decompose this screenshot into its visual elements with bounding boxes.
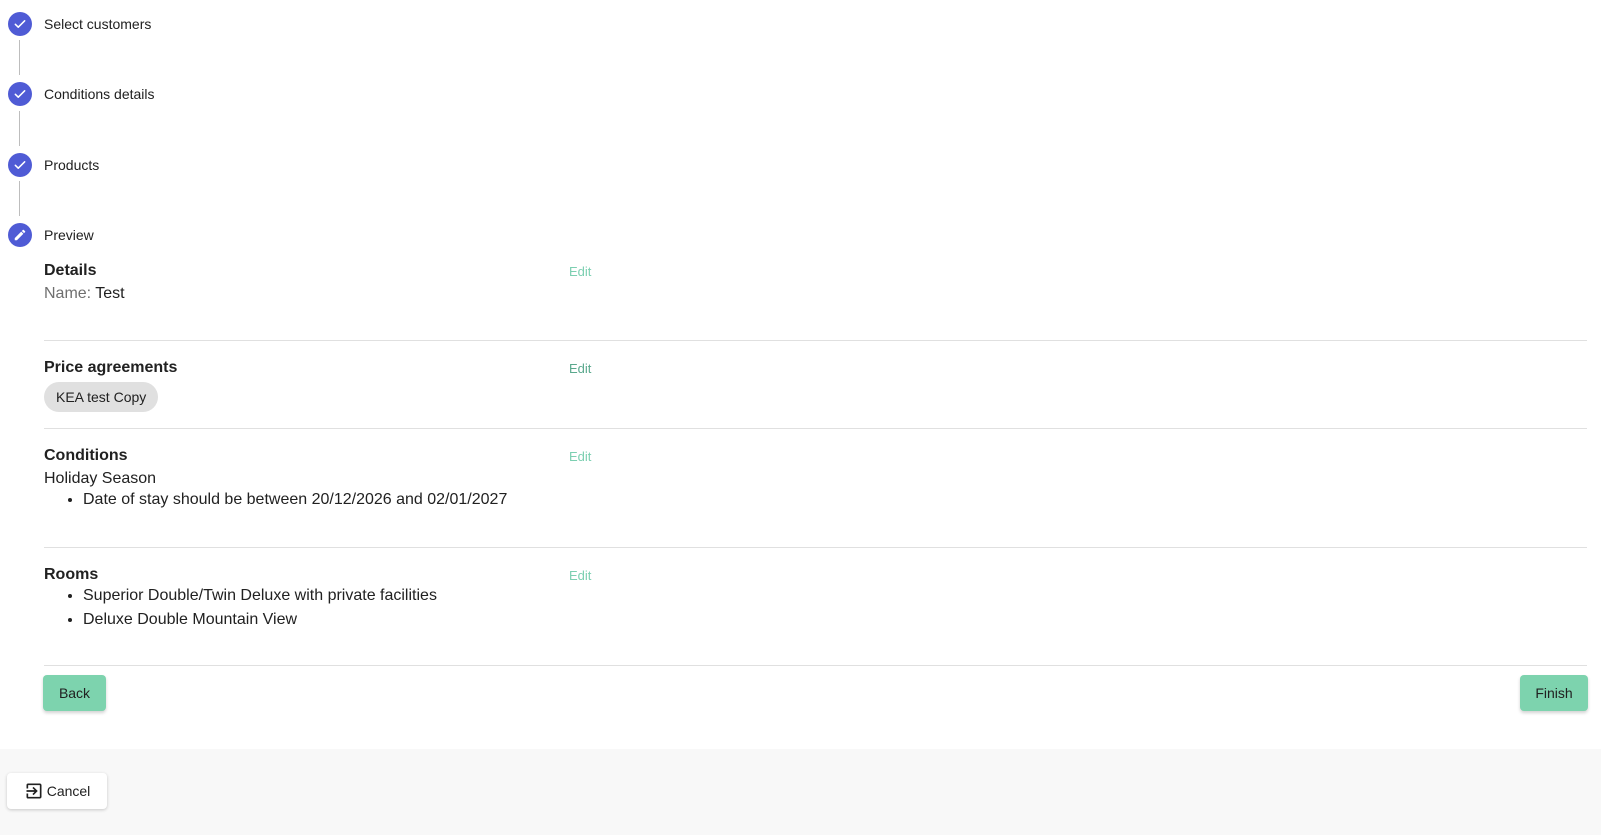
pencil-icon bbox=[8, 223, 32, 247]
check-icon bbox=[8, 82, 32, 106]
cancel-button[interactable]: Cancel bbox=[7, 773, 107, 809]
edit-details-link[interactable]: Edit bbox=[569, 264, 591, 279]
step-connector bbox=[19, 181, 20, 216]
conditions-section: Conditions Edit Holiday Season Date of s… bbox=[44, 429, 1587, 548]
preview-panel: Details Edit Name: Test Price agreements… bbox=[44, 262, 1587, 666]
edit-rooms-link[interactable]: Edit bbox=[569, 568, 591, 583]
step-products[interactable]: Products bbox=[8, 153, 99, 177]
step-select-customers[interactable]: Select customers bbox=[8, 12, 151, 36]
step-connector bbox=[19, 40, 20, 75]
details-section: Details Edit Name: Test bbox=[44, 262, 1587, 341]
list-item: Deluxe Double Mountain View bbox=[83, 608, 1587, 632]
finish-button[interactable]: Finish bbox=[1520, 675, 1588, 711]
step-label: Select customers bbox=[44, 16, 152, 32]
list-item: Superior Double/Twin Deluxe with private… bbox=[83, 584, 1587, 608]
condition-name: Holiday Season bbox=[44, 470, 157, 487]
check-icon bbox=[8, 12, 32, 36]
price-agreements-title: Price agreements bbox=[44, 359, 178, 376]
back-button[interactable]: Back bbox=[43, 675, 106, 711]
step-label: Conditions details bbox=[44, 86, 155, 102]
name-value: Test bbox=[95, 285, 125, 302]
list-item: Date of stay should be between 20/12/202… bbox=[83, 488, 1587, 512]
step-preview[interactable]: Preview bbox=[8, 223, 94, 247]
check-icon bbox=[8, 153, 32, 177]
step-label: Products bbox=[44, 157, 100, 173]
step-label: Preview bbox=[44, 227, 94, 243]
step-conditions-details[interactable]: Conditions details bbox=[8, 82, 155, 106]
name-key: Name: bbox=[44, 285, 92, 302]
conditions-list: Date of stay should be between 20/12/202… bbox=[44, 488, 1587, 512]
exit-icon bbox=[26, 783, 42, 799]
rooms-title: Rooms bbox=[44, 566, 99, 583]
cancel-label: Cancel bbox=[46, 783, 91, 799]
price-agreement-chip: KEA test Copy bbox=[44, 382, 159, 412]
conditions-title: Conditions bbox=[44, 447, 128, 464]
price-agreements-section: Price agreements Edit KEA test Copy bbox=[44, 341, 1587, 429]
details-name: Name: Test bbox=[44, 285, 1587, 303]
edit-price-agreements-link[interactable]: Edit bbox=[569, 361, 591, 376]
step-connector bbox=[19, 111, 20, 146]
rooms-list: Superior Double/Twin Deluxe with private… bbox=[44, 584, 1587, 632]
rooms-section: Rooms Edit Superior Double/Twin Deluxe w… bbox=[44, 548, 1587, 666]
footer-bar: Cancel bbox=[0, 749, 1601, 835]
details-title: Details bbox=[44, 262, 97, 279]
edit-conditions-link[interactable]: Edit bbox=[569, 449, 591, 464]
